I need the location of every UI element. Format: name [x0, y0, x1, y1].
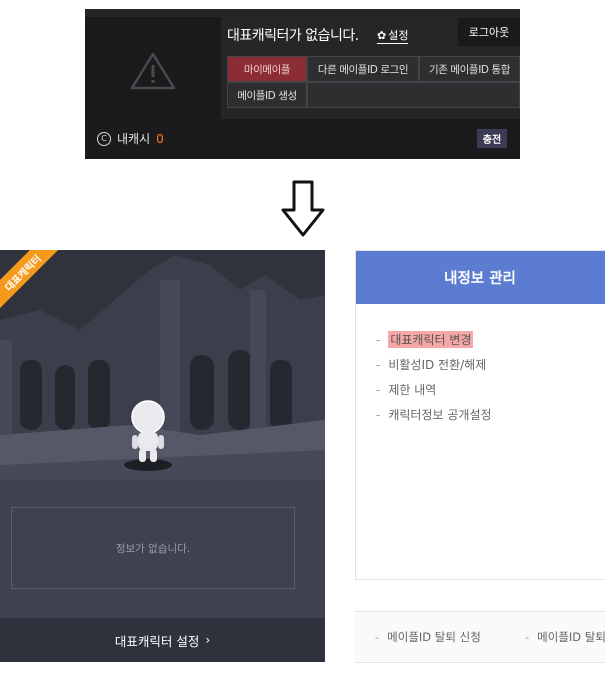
my-info-panel: 내정보 관리 - 대표캐릭터 변경 - 비활성ID 전환/해제 - 제한 내역 - 캐릭… [355, 250, 605, 580]
my-cash: C 내캐시 0 [97, 130, 164, 147]
warning-icon [130, 52, 176, 90]
cash-c-icon: C [97, 131, 111, 146]
menu-item-label: 제한 내역 [388, 383, 437, 397]
set-representative-character-label: 대표캐릭터 설정 [114, 633, 200, 649]
set-representative-character-button[interactable]: 대표캐릭터 설정 › [0, 618, 325, 662]
settings-label: 설정 [388, 29, 409, 42]
empty-button-slot [307, 82, 520, 108]
my-info-menu: - 대표캐릭터 변경 - 비활성ID 전환/해제 - 제한 내역 - 캐릭터정보 공개설… [376, 327, 492, 427]
menu-item-restriction-history[interactable]: - 제한 내역 [376, 377, 492, 402]
chevron-right-icon: › [205, 633, 211, 647]
menu-item-change-representative-character[interactable]: - 대표캐릭터 변경 [376, 327, 492, 352]
menu-item-inactive-id[interactable]: - 비활성ID 전환/해제 [376, 352, 492, 377]
gear-icon: ✿ [377, 29, 387, 42]
menu-item-label: 대표캐릭터 변경 [388, 331, 474, 348]
withdraw-label: 메이플ID 탈퇴 [537, 630, 605, 644]
character-silhouette [124, 400, 172, 471]
my-cash-value: 0 [156, 131, 164, 146]
representative-character-status: 대표캐릭터가 없습니다. [227, 28, 359, 44]
menu-item-label: 비활성ID 전환/해제 [388, 358, 487, 372]
down-arrow-icon [281, 180, 325, 237]
character-info-box: 정보가 없습니다. [11, 507, 295, 589]
cash-bar: C 내캐시 0 충전 [85, 119, 520, 159]
merge-maple-id-button[interactable]: 기존 메이플ID 통합 [419, 56, 520, 82]
my-maple-button[interactable]: 마이메이플 [227, 56, 307, 82]
character-image-placeholder [85, 17, 221, 125]
menu-item-label: 캐릭터정보 공개설정 [388, 408, 492, 422]
logout-button[interactable]: 로그아웃 [458, 18, 520, 46]
menu-item-character-visibility[interactable]: - 캐릭터정보 공개설정 [376, 402, 492, 427]
account-panel: 대표캐릭터가 없습니다. ✿ 설정 로그아웃 마이메이플 다른 메이플ID 로그인… [85, 9, 520, 159]
character-panel: 대표캐릭터 정보가 없습니다. 대표캐릭터 설정 › [0, 250, 325, 662]
my-cash-label: 내캐시 [117, 132, 151, 146]
withdraw-link[interactable]: - 메이플ID 탈퇴 [525, 629, 605, 645]
create-maple-id-button[interactable]: 메이플ID 생성 [227, 82, 307, 108]
my-info-header: 내정보 관리 [356, 251, 605, 304]
settings-link[interactable]: ✿ 설정 [377, 29, 409, 44]
charge-button[interactable]: 충전 [477, 129, 507, 148]
other-maple-id-login-button[interactable]: 다른 메이플ID 로그인 [307, 56, 419, 82]
withdraw-request-link[interactable]: - 메이플ID 탈퇴 신청 [375, 629, 481, 645]
bottom-links-bar: - 메이플ID 탈퇴 신청 - 메이플ID 탈퇴 [355, 611, 605, 663]
withdraw-request-label: 메이플ID 탈퇴 신청 [387, 630, 481, 644]
